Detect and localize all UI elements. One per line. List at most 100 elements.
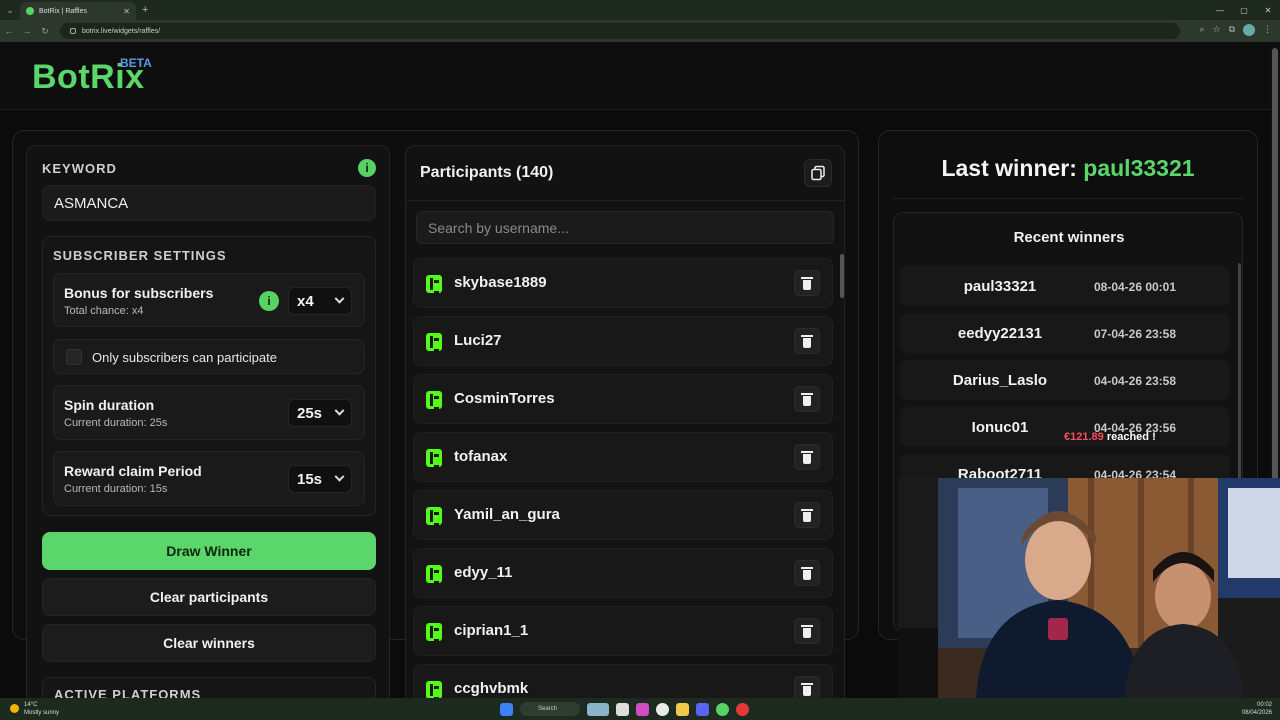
list-item: Yamil_an_gura [413, 490, 833, 540]
kick-icon [426, 681, 442, 700]
reward-period-select[interactable]: 15s [288, 465, 352, 493]
participant-name: CosminTorres [454, 390, 555, 407]
participants-card: Participants (140) Search by username...… [405, 145, 845, 705]
tab-search-icon[interactable]: ⌄ [0, 0, 20, 20]
reload-icon[interactable]: ↻ [36, 26, 54, 37]
recent-winners-scrollbar[interactable] [1238, 263, 1241, 493]
maximize-icon[interactable]: ▢ [1232, 0, 1256, 20]
list-item: tofanax [413, 432, 833, 482]
winner-date: 04-04-26 23:58 [1093, 374, 1177, 388]
app-icon[interactable] [636, 702, 649, 716]
copy-icon [811, 165, 825, 181]
trash-icon[interactable] [794, 618, 820, 644]
list-item: Luci27 [413, 316, 833, 366]
last-winner-heading: Last winner: paul33321 [878, 155, 1258, 182]
clear-winners-button[interactable]: Clear winners [42, 624, 376, 662]
forward-icon[interactable]: → [18, 26, 36, 36]
winner-date: 07-04-26 23:58 [1093, 327, 1177, 341]
bonus-multiplier-select[interactable]: x4 [288, 287, 352, 315]
kick-icon [426, 565, 442, 584]
only-subscribers-checkbox[interactable] [66, 349, 82, 365]
taskbar-search[interactable]: Search [520, 702, 580, 716]
chrome-icon[interactable] [656, 702, 669, 716]
beta-badge: BETA [120, 56, 152, 70]
trash-icon[interactable] [794, 502, 820, 528]
keyword-info-icon[interactable]: i [358, 159, 376, 177]
new-tab-icon[interactable]: + [142, 4, 148, 16]
system-tray[interactable]: 00:02 08/04/2026 [1242, 701, 1272, 717]
draw-winner-button[interactable]: Draw Winner [42, 532, 376, 570]
kick-icon [426, 333, 442, 352]
search-username-input[interactable]: Search by username... [416, 211, 834, 244]
bonus-value: x4 [297, 292, 314, 310]
clock-date: 08/04/2026 [1241, 710, 1272, 716]
bonus-sub: Total chance: x4 [64, 305, 144, 317]
window-controls: — ▢ ✕ [1208, 0, 1280, 20]
kick-icon [426, 391, 442, 410]
kick-icon [426, 507, 442, 526]
menu-icon[interactable]: ⋮ [1263, 24, 1272, 36]
trash-icon[interactable] [794, 386, 820, 412]
taskbar-search-label: Search [538, 706, 558, 712]
taskbar-apps: Search [500, 701, 749, 717]
close-window-icon[interactable]: ✕ [1256, 0, 1280, 20]
chevron-down-icon [334, 471, 345, 482]
reward-value: 15s [297, 470, 323, 488]
tab-title: BotRix | Raffles [39, 7, 87, 15]
trash-icon[interactable] [794, 328, 820, 354]
extensions-icon[interactable]: ⧉ [1229, 24, 1235, 36]
winner-row: Darius_Laslo 04-04-26 23:58 [900, 360, 1230, 400]
weather-desc: Mostly sunny [24, 710, 60, 716]
zoom-icon[interactable]: ⌕ [1199, 24, 1204, 36]
winner-row: paul33321 08-04-26 00:01 [900, 266, 1230, 306]
spin-sub: Current duration: 25s [64, 417, 168, 429]
bookmark-star-icon[interactable]: ☆ [1212, 24, 1220, 36]
clear-participants-button[interactable]: Clear participants [42, 578, 376, 616]
donation-alert: €121.89 reached ! [1064, 431, 1156, 443]
url-field[interactable]: botrix.live/widgets/raffles/ [60, 23, 1180, 39]
discord-icon[interactable] [696, 702, 709, 716]
active-platforms-label: ACTIVE PLATFORMS [42, 677, 376, 702]
task-view-icon[interactable] [616, 702, 629, 716]
only-subscribers-row[interactable]: Only subscribers can participate [53, 339, 365, 374]
trash-icon[interactable] [794, 270, 820, 296]
chrome-active-icon[interactable] [716, 702, 729, 716]
bonus-subscribers-row: Bonus for subscribers Total chance: x4 i… [53, 273, 365, 327]
participant-name: skybase1889 [454, 274, 547, 291]
back-icon[interactable]: ← [0, 26, 18, 36]
participant-name: Yamil_an_gura [454, 506, 560, 523]
windows-start-icon[interactable] [500, 702, 513, 716]
taskbar: 14°C Mostly sunny Search 00:02 08/04/202… [0, 698, 1280, 720]
widget-icon[interactable] [587, 702, 609, 716]
only-subscribers-label: Only subscribers can participate [92, 350, 277, 365]
obs-icon[interactable] [736, 702, 749, 716]
reward-claim-row: Reward claim Period Current duration: 15… [53, 451, 365, 506]
participants-title: Participants (140) [420, 164, 554, 181]
keyword-label: KEYWORD [42, 161, 117, 176]
recent-winners-title: Recent winners [1013, 229, 1125, 246]
participants-scrollbar[interactable] [840, 254, 844, 298]
list-item: skybase1889 [413, 258, 833, 308]
participant-name: Luci27 [454, 332, 502, 349]
kick-icon [426, 275, 442, 294]
minimize-icon[interactable]: — [1208, 0, 1232, 20]
trash-icon[interactable] [794, 444, 820, 470]
winner-date: 08-04-26 00:01 [1093, 280, 1177, 294]
keyword-input[interactable]: ASMANCA [42, 185, 376, 221]
list-item: CosminTorres [413, 374, 833, 424]
browser-tab[interactable]: BotRix | Raffles ✕ [20, 2, 136, 20]
close-tab-icon[interactable]: ✕ [123, 7, 130, 16]
profile-avatar[interactable] [1243, 24, 1255, 36]
list-item: edyy_11 [413, 548, 833, 598]
clock-time: 00:02 [1256, 702, 1272, 708]
sun-icon [10, 704, 19, 713]
address-bar: ← → ↻ botrix.live/widgets/raffles/ ⌕ ☆ ⧉… [0, 20, 1280, 42]
bonus-info-icon[interactable]: i [259, 291, 279, 311]
copy-button[interactable] [804, 159, 832, 187]
trash-icon[interactable] [794, 560, 820, 586]
spin-duration-select[interactable]: 25s [288, 399, 352, 427]
folder-icon[interactable] [676, 702, 689, 716]
alert-amount: €121.89 [1064, 431, 1104, 443]
site-info-icon[interactable] [70, 28, 76, 34]
winner-row: eedyy22131 07-04-26 23:58 [900, 313, 1230, 353]
